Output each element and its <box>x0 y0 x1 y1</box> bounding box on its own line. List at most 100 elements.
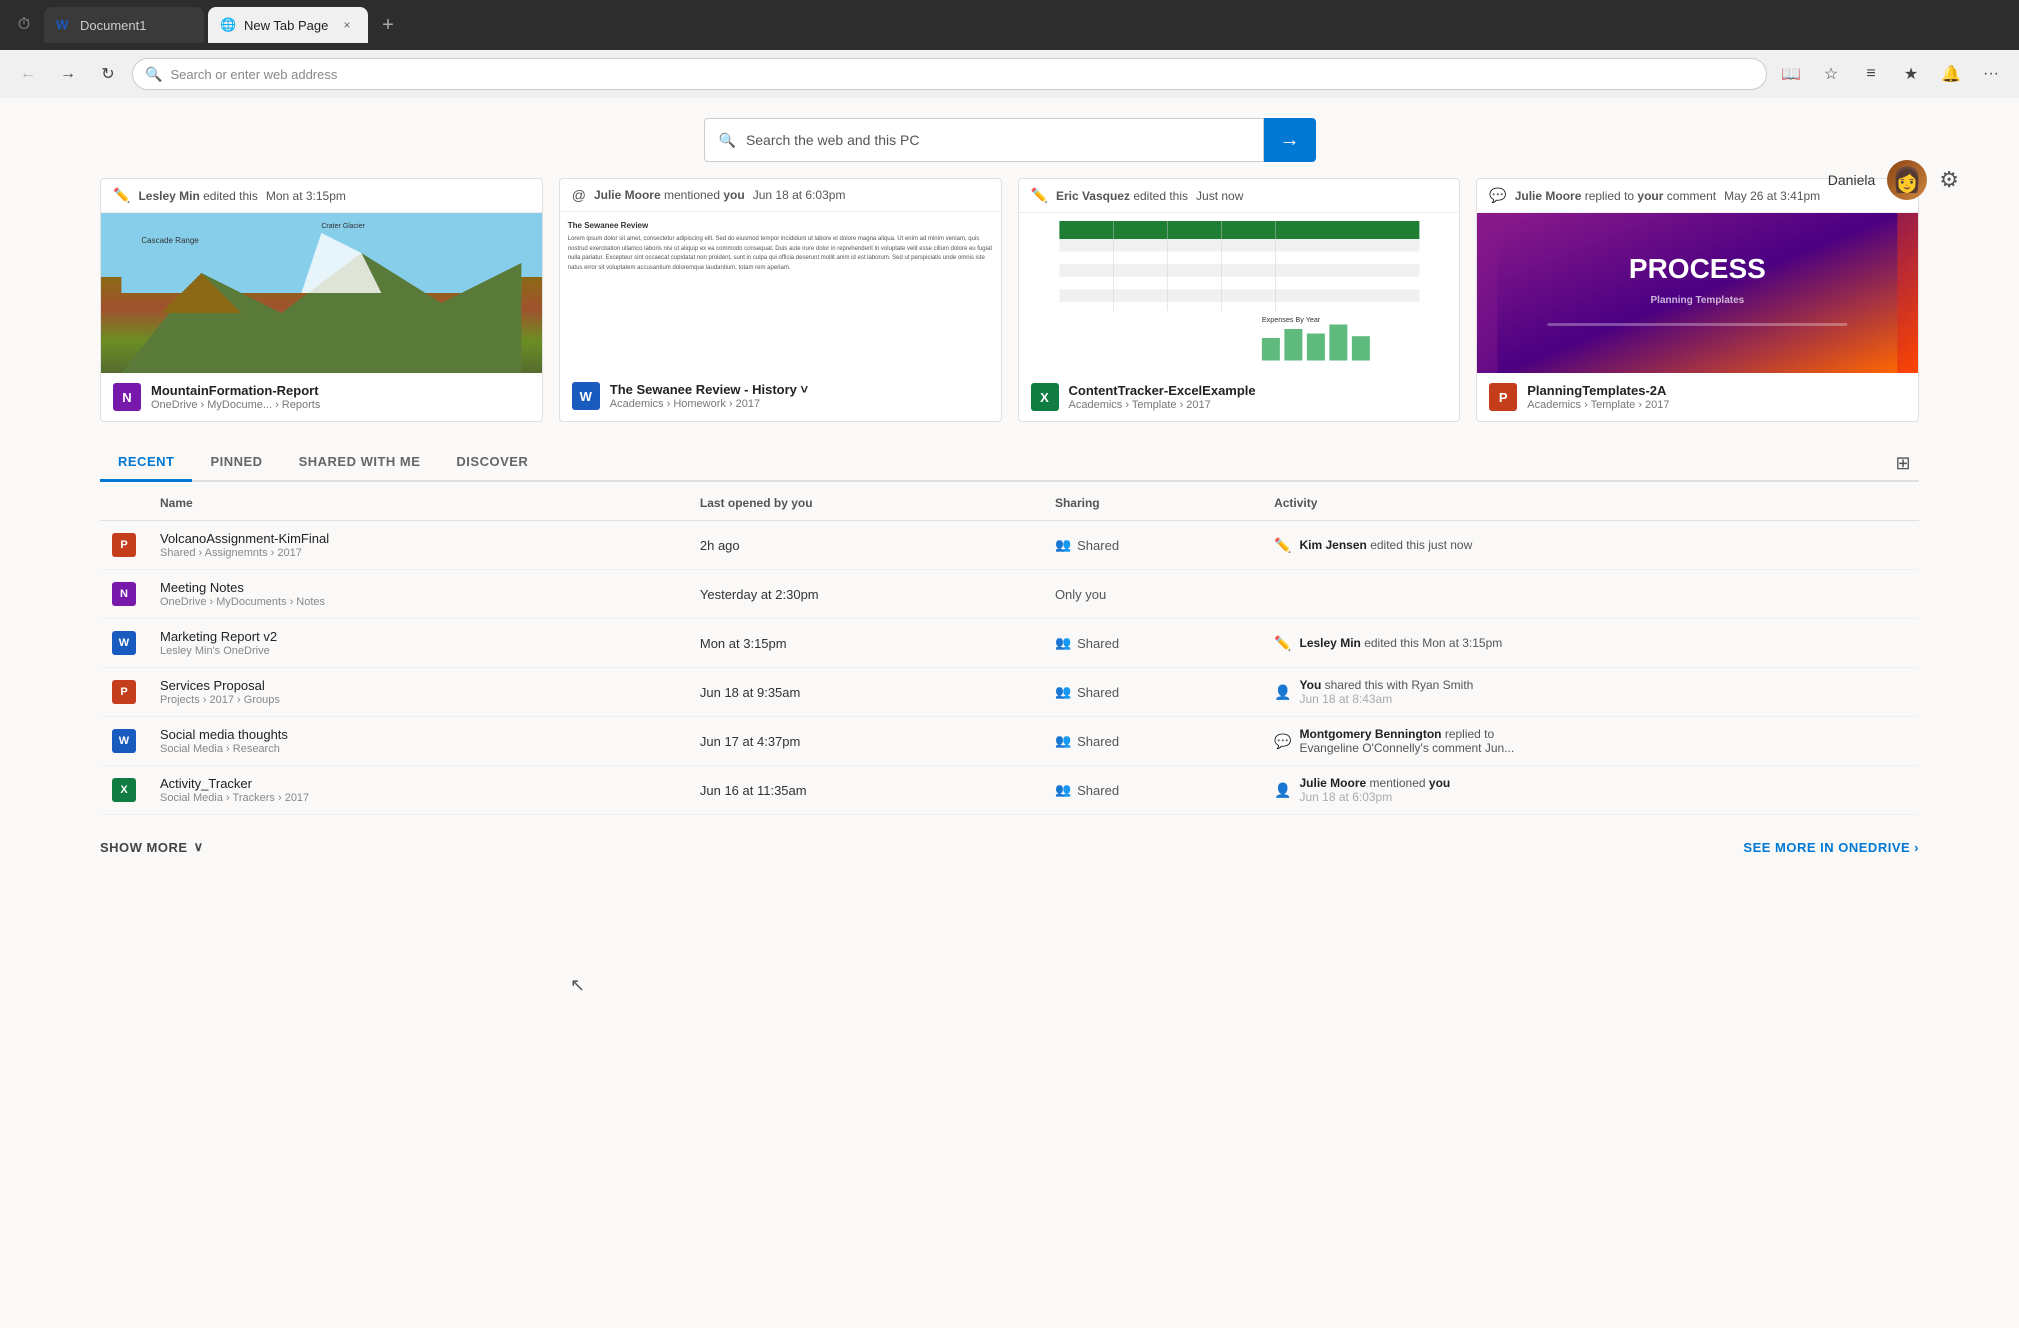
tab-history-button[interactable]: ⏱ <box>8 9 40 41</box>
ppt-app-icon: P <box>1489 383 1517 411</box>
show-more-button[interactable]: SHOW MORE ∨ <box>100 839 204 855</box>
svg-text:Expenses By Year: Expenses By Year <box>1261 315 1320 324</box>
file-spacer-6 <box>628 766 688 815</box>
sharing-label-1: Shared <box>1077 538 1119 553</box>
menu-button[interactable]: ≡ <box>1855 58 1887 90</box>
search-submit-button[interactable]: → <box>1264 118 1316 162</box>
forward-button[interactable]: → <box>52 58 84 90</box>
file-date-1: 2h ago <box>688 521 1043 570</box>
sharing-label-3: Shared <box>1077 636 1119 651</box>
activity-main-5: Montgomery Bennington replied to <box>1300 727 1515 741</box>
doc-card-sewanee[interactable]: @ Julie Moore mentioned you Jun 18 at 6:… <box>559 178 1002 422</box>
tab-word-title: Document1 <box>80 18 192 33</box>
file-spacer-1 <box>628 521 688 570</box>
col-sharing: Sharing <box>1043 486 1262 521</box>
excel-app-icon: X <box>1031 383 1059 411</box>
refresh-button[interactable]: ↻ <box>92 58 124 90</box>
edit-icon: ✏️ <box>113 187 130 204</box>
file-name-cell-6: Activity_Tracker Social Media › Trackers… <box>148 766 628 815</box>
sharing-cell-2: Only you <box>1055 587 1250 602</box>
card-path-4: Academics › Template › 2017 <box>1527 399 1669 411</box>
reader-mode-button[interactable]: 📖 <box>1775 58 1807 90</box>
svg-text:Cascade Range: Cascade Range <box>141 236 199 245</box>
sharing-label-6: Shared <box>1077 783 1119 798</box>
file-name-cell-3: Marketing Report v2 Lesley Min's OneDriv… <box>148 619 628 668</box>
address-bar[interactable]: 🔍 Search or enter web address <box>132 58 1767 90</box>
new-tab-button[interactable]: + <box>372 9 404 41</box>
more-options-button[interactable]: ··· <box>1975 58 2007 90</box>
search-section: 🔍 Search the web and this PC → <box>0 98 2019 178</box>
people-icon-3: 👥 <box>1055 635 1071 651</box>
tab-discover[interactable]: DISCOVER <box>438 446 546 482</box>
grid-view-button[interactable]: ⊞ <box>1887 447 1919 479</box>
search-submit-icon: → <box>1280 129 1300 152</box>
tab-shared-with-me[interactable]: SHARED WITH ME <box>281 446 439 482</box>
file-activity-1: ✏️ Kim Jensen edited this just now <box>1262 521 1919 570</box>
word-app-icon: W <box>572 382 600 410</box>
card-time-1: Mon at 3:15pm <box>266 189 346 203</box>
activity-mention-icon-6: 👤 <box>1274 782 1291 799</box>
settings-button[interactable]: ⚙ <box>1939 167 1959 193</box>
card-info-1: MountainFormation-Report OneDrive › MyDo… <box>151 383 320 411</box>
sharing-cell-3: 👥 Shared <box>1055 635 1250 651</box>
file-path-2: OneDrive › MyDocuments › Notes <box>160 596 616 608</box>
back-button[interactable]: ← <box>12 58 44 90</box>
tab-discover-label: DISCOVER <box>456 454 528 469</box>
sharing-cell-4: 👥 Shared <box>1055 684 1250 700</box>
card-thumbnail-3: Expenses By Year <box>1019 213 1460 373</box>
nav-bar: ← → ↻ 🔍 Search or enter web address 📖 ☆ <box>0 50 2019 98</box>
table-row[interactable]: P VolcanoAssignment-KimFinal Shared › As… <box>100 521 1919 570</box>
card-footer-3: X ContentTracker-ExcelExample Academics … <box>1019 373 1460 421</box>
doc-card-ppt[interactable]: 💬 Julie Moore replied to your comment Ma… <box>1476 178 1919 422</box>
search-box[interactable]: 🔍 Search the web and this PC <box>704 118 1264 162</box>
tab-newtab[interactable]: 🌐 New Tab Page × <box>208 7 368 43</box>
file-spacer-5 <box>628 717 688 766</box>
activity-text-6: Julie Moore mentioned you Jun 18 at 6:03… <box>1300 776 1451 804</box>
activity-edit-icon-3: ✏️ <box>1274 635 1291 652</box>
user-area: Daniela 👩 ⚙ <box>1828 160 1959 200</box>
tab-word[interactable]: W Document1 <box>44 7 204 43</box>
favorites-collection-button[interactable]: ★ <box>1895 58 1927 90</box>
ellipsis-icon: ··· <box>1983 65 1999 83</box>
file-icon-cell-6: X <box>100 766 148 815</box>
see-more-onedrive-link[interactable]: SEE MORE IN ONEDRIVE › <box>1743 840 1919 855</box>
file-sharing-1: 👥 Shared <box>1043 521 1262 570</box>
table-row[interactable]: W Social media thoughts Social Media › R… <box>100 717 1919 766</box>
file-word-icon: W <box>112 631 136 655</box>
col-icon <box>100 486 148 521</box>
svg-text:Planning Templates: Planning Templates <box>1651 295 1745 306</box>
table-row[interactable]: W Marketing Report v2 Lesley Min's OneDr… <box>100 619 1919 668</box>
tabs-nav: RECENT PINNED SHARED WITH ME DISCOVER ⊞ <box>100 446 1919 482</box>
card-footer-2: W The Sewanee Review - History ˅ Academi… <box>560 372 1001 420</box>
col-spacer <box>628 486 688 521</box>
tab-bar: ⏱ W Document1 🌐 New Tab Page × + <box>0 0 2019 50</box>
user-avatar[interactable]: 👩 <box>1887 160 1927 200</box>
activity-sub-4: Jun 18 at 8:43am <box>1300 692 1474 706</box>
tab-close-button[interactable]: × <box>338 16 356 34</box>
file-date-3: Mon at 3:15pm <box>688 619 1043 668</box>
favorite-button[interactable]: ☆ <box>1815 58 1847 90</box>
file-spacer-3 <box>628 619 688 668</box>
file-path-1: Shared › Assignemnts › 2017 <box>160 547 616 559</box>
activity-text-3: Lesley Min edited this Mon at 3:15pm <box>1300 636 1503 650</box>
card-header-2: @ Julie Moore mentioned you Jun 18 at 6:… <box>560 179 1001 212</box>
col-name: Name <box>148 486 628 521</box>
file-sharing-5: 👥 Shared <box>1043 717 1262 766</box>
file-date-2: Yesterday at 2:30pm <box>688 570 1043 619</box>
table-row[interactable]: P Services Proposal Projects › 2017 › Gr… <box>100 668 1919 717</box>
file-name-cell-5: Social media thoughts Social Media › Res… <box>148 717 628 766</box>
table-row[interactable]: X Activity_Tracker Social Media › Tracke… <box>100 766 1919 815</box>
tab-recent[interactable]: RECENT <box>100 446 192 482</box>
doc-card-excel[interactable]: ✏️ Eric Vasquez edited this Just now <box>1018 178 1461 422</box>
file-name-2: Meeting Notes <box>160 580 616 595</box>
see-more-label: SEE MORE IN ONEDRIVE <box>1743 840 1910 855</box>
tab-pinned[interactable]: PINNED <box>192 446 280 482</box>
table-row[interactable]: N Meeting Notes OneDrive › MyDocuments ›… <box>100 570 1919 619</box>
doc-card-mountain[interactable]: ✏️ Lesley Min edited this Mon at 3:15pm … <box>100 178 543 422</box>
file-icon-cell-5: W <box>100 717 148 766</box>
file-activity-6: 👤 Julie Moore mentioned you Jun 18 at 6:… <box>1262 766 1919 815</box>
card-info-3: ContentTracker-ExcelExample Academics › … <box>1069 383 1256 411</box>
file-icon-cell-2: N <box>100 570 148 619</box>
forward-icon: → <box>60 65 76 83</box>
notification-button[interactable]: 🔔 <box>1935 58 1967 90</box>
